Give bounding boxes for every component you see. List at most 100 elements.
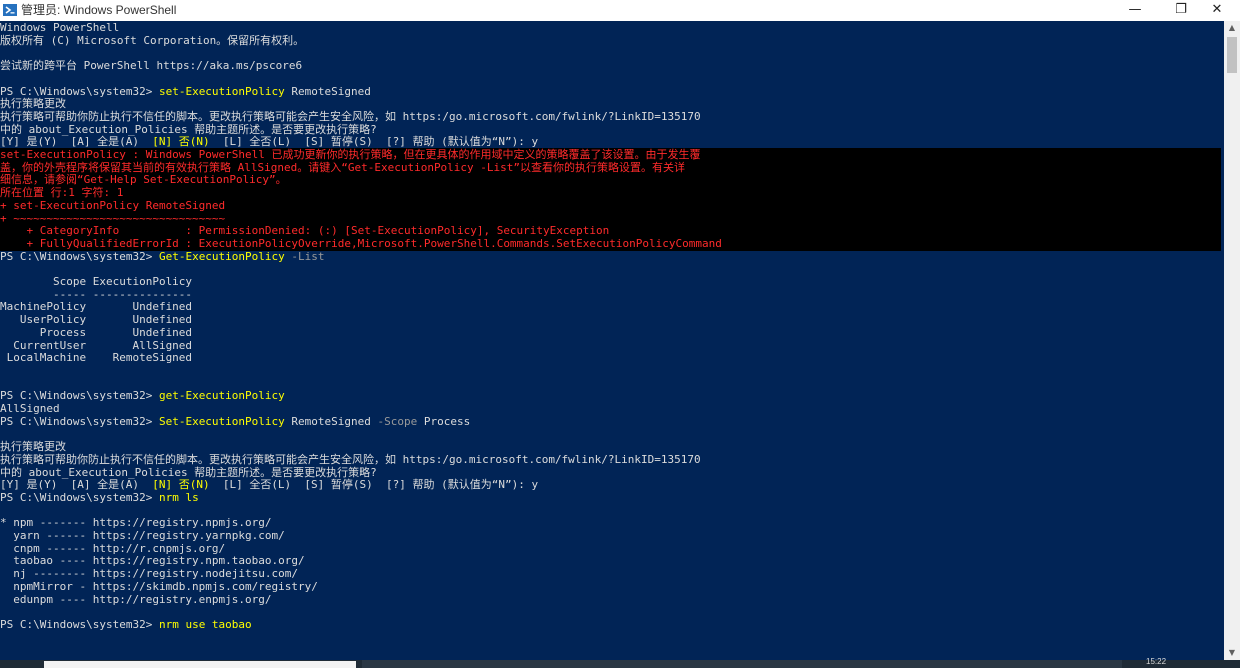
console-text-segment: * npm ------- https://registry.npmjs.org… — [0, 516, 272, 530]
console-text-segment: yarn ------ https://registry.yarnpkg.com… — [0, 529, 285, 542]
console-line: 中的 about_Execution_Policies 帮助主题所述。是否要更改… — [0, 123, 377, 136]
console-text-segment: PS C:\Windows\system32> — [0, 490, 159, 504]
console-text-segment: + FullyQualifiedErrorId : ExecutionPolic… — [0, 236, 722, 250]
console-text-segment: PS C:\Windows\system32> — [0, 414, 159, 428]
console-text-segment: 执行策略更改 — [0, 440, 66, 454]
console-line: + FullyQualifiedErrorId : ExecutionPolic… — [0, 236, 722, 250]
close-button[interactable]: ✕ — [1194, 0, 1240, 21]
scroll-down-arrow-icon[interactable]: ▼ — [1224, 646, 1240, 660]
console-line: 执行策略可帮助你防止执行不信任的脚本。更改执行策略可能会产生安全风险，如 htt… — [0, 453, 701, 466]
console-line: + ~~~~~~~~~~~~~~~~~~~~~~~~~~~~~~~~ — [0, 212, 225, 225]
console-text-segment: UserPolicy Undefined — [0, 313, 193, 327]
console-text-segment: PS C:\Windows\system32> — [0, 84, 159, 98]
console-text-segment: MachinePolicy Undefined — [0, 300, 193, 314]
console-line: 细信息，请参阅“Get-Help Set-ExecutionPolicy”。 — [0, 173, 287, 186]
console-text-segment: 中的 about_Execution_Policies 帮助主题所述。是否要更改… — [0, 465, 377, 479]
console-text-segment: ----- --------------- — [0, 287, 193, 301]
console-line: PS C:\Windows\system32> nrm ls — [0, 491, 199, 504]
console-text-segment: 执行策略更改 — [0, 97, 66, 111]
console-line: PS C:\Windows\system32> Set-ExecutionPol… — [0, 415, 470, 428]
console-line: PS C:\Windows\system32> get-ExecutionPol… — [0, 389, 285, 402]
console-line: UserPolicy Undefined — [0, 313, 192, 326]
taskbar-clock: 15:22 — [1146, 657, 1167, 666]
console-text-segment: LocalMachine RemoteSigned — [0, 351, 193, 365]
console-text-segment: CurrentUser AllSigned — [0, 338, 193, 352]
minimize-button[interactable]: — — [1112, 0, 1158, 21]
console-line: 所在位置 行:1 字符: 1 — [0, 186, 123, 199]
console-text-segment: [Y] 是(Y) [A] 全是(A) — [0, 135, 153, 149]
console-text-segment: PS C:\Windows\system32> — [0, 389, 159, 403]
taskbar: 15:22 — [0, 657, 1240, 668]
console-line: [Y] 是(Y) [A] 全是(A) [N] 否(N) [L] 全否(L) [S… — [0, 478, 538, 491]
console-line: 执行策略可帮助你防止执行不信任的脚本。更改执行策略可能会产生安全风险，如 htt… — [0, 110, 701, 123]
console-line: PS C:\Windows\system32> Get-ExecutionPol… — [0, 250, 325, 263]
console-text-segment: AllSigned — [0, 402, 60, 415]
console-text-segment: + ~~~~~~~~~~~~~~~~~~~~~~~~~~~~~~~~ — [0, 211, 226, 225]
console-text-segment: 执行策略可帮助你防止执行不信任的脚本。更改执行策略可能会产生安全风险，如 htt… — [0, 109, 701, 123]
console-line: PS C:\Windows\system32> nrm use taobao — [0, 618, 252, 631]
console-line: 中的 about_Execution_Policies 帮助主题所述。是否要更改… — [0, 466, 377, 479]
powershell-icon — [3, 3, 17, 17]
console-text-segment: PS C:\Windows\system32> — [0, 617, 159, 631]
console-text-segment: get-ExecutionPolicy — [158, 389, 285, 403]
console-text-segment: [L] 全否(L) [S] 暂停(S) [?] 帮助 (默认值为“N”): y — [209, 478, 539, 492]
console-output[interactable]: Windows PowerShell 版权所有 (C) Microsoft Cor… — [0, 21, 1224, 660]
console-text-segment: nj -------- https://registry.nodejitsu.c… — [0, 567, 299, 581]
console-text-segment: cnpm ------ http://r.cnpmjs.org/ — [0, 541, 226, 555]
console-text-segment: -List — [284, 249, 325, 263]
console-line: LocalMachine RemoteSigned — [0, 351, 192, 364]
console-line: taobao ---- https://registry.npm.taobao.… — [0, 554, 305, 568]
console-text-segment: Process — [417, 414, 471, 428]
console-text-segment: PS C:\Windows\system32> — [0, 249, 159, 263]
console-text-segment: nrm ls — [158, 490, 199, 504]
console-line: + set-ExecutionPolicy RemoteSigned — [0, 199, 225, 212]
console-text-segment: Windows PowerShell — [0, 21, 120, 34]
console-text-segment: RemoteSigned — [284, 84, 371, 98]
console-text-segment: -Scope — [377, 414, 418, 428]
console-text-segment: Get-ExecutionPolicy — [158, 249, 285, 263]
console-line: yarn ------ https://registry.yarnpkg.com… — [0, 529, 285, 542]
console-text-segment: taobao ---- https://registry.npm.taobao.… — [0, 554, 305, 568]
console-line: + CategoryInfo : PermissionDenied: (:) [… — [0, 224, 609, 237]
console-line: ----- --------------- — [0, 288, 192, 301]
console-line: cnpm ------ http://r.cnpmjs.org/ — [0, 542, 225, 555]
console-text-segment: [N] 否(N) — [152, 135, 210, 149]
console-line: CurrentUser AllSigned — [0, 339, 192, 352]
console-line: * npm ------- https://registry.npmjs.org… — [0, 516, 272, 529]
console-text-segment: RemoteSigned — [284, 414, 378, 428]
console-line: [Y] 是(Y) [A] 全是(A) [N] 否(N) [L] 全否(L) [S… — [0, 135, 538, 148]
console-line: AllSigned — [0, 402, 60, 415]
console-text-segment: 中的 about_Execution_Policies 帮助主题所述。是否要更改… — [0, 122, 377, 136]
console-line: 执行策略更改 — [0, 440, 66, 453]
title-bar[interactable]: 管理员: Windows PowerShell — ❐ ✕ — [0, 0, 1240, 21]
console-text-segment: + CategoryInfo : PermissionDenied: (:) [… — [0, 224, 610, 238]
console-text-segment: nrm use taobao — [158, 617, 252, 631]
console-line: PS C:\Windows\system32> set-ExecutionPol… — [0, 85, 371, 98]
console-line: nj -------- https://registry.nodejitsu.c… — [0, 567, 298, 580]
taskbar-search-box[interactable] — [44, 661, 356, 668]
console-line: 尝试新的跨平台 PowerShell https://aka.ms/pscore… — [0, 59, 302, 72]
console-text-segment: + set-ExecutionPolicy RemoteSigned — [0, 198, 226, 212]
vertical-scrollbar[interactable]: ▲ ▼ — [1224, 21, 1240, 660]
console-text-segment: 版权所有 (C) Microsoft Corporation。保留所有权利。 — [0, 33, 305, 47]
console-text-segment: Scope ExecutionPolicy — [0, 275, 193, 288]
console-text-segment: set-ExecutionPolicy — [158, 84, 285, 98]
console-text-segment: set-ExecutionPolicy : Windows PowerShell… — [0, 148, 701, 161]
console-text-segment: [L] 全否(L) [S] 暂停(S) [?] 帮助 (默认值为“N”): y — [209, 135, 539, 149]
console-line: 盖，你的外壳程序将保留其当前的有效执行策略 AllSigned。请键入“Get-… — [0, 161, 685, 174]
console-text-segment: edunpm ---- http://registry.enpmjs.org/ — [0, 592, 272, 606]
taskbar-apps-strip — [362, 660, 1122, 668]
console-line: Process Undefined — [0, 326, 192, 339]
console-line: 执行策略更改 — [0, 97, 66, 110]
console-text-segment: Process Undefined — [0, 325, 193, 339]
console-line: Windows PowerShell — [0, 21, 119, 34]
scroll-up-arrow-icon[interactable]: ▲ — [1224, 21, 1240, 35]
console-text-segment: 尝试新的跨平台 PowerShell https://aka.ms/pscore… — [0, 59, 303, 73]
console-line: Scope ExecutionPolicy — [0, 275, 192, 288]
console-line: set-ExecutionPolicy : Windows PowerShell… — [0, 148, 701, 161]
console-text-segment: 所在位置 行:1 字符: 1 — [0, 186, 124, 200]
console-text-segment: npmMirror - https://skimdb.npmjs.com/reg… — [0, 579, 318, 593]
console-text-segment: [N] 否(N) — [152, 478, 210, 492]
console-text-segment: 细信息，请参阅“Get-Help Set-ExecutionPolicy”。 — [0, 173, 287, 187]
scrollbar-thumb[interactable] — [1227, 37, 1237, 73]
